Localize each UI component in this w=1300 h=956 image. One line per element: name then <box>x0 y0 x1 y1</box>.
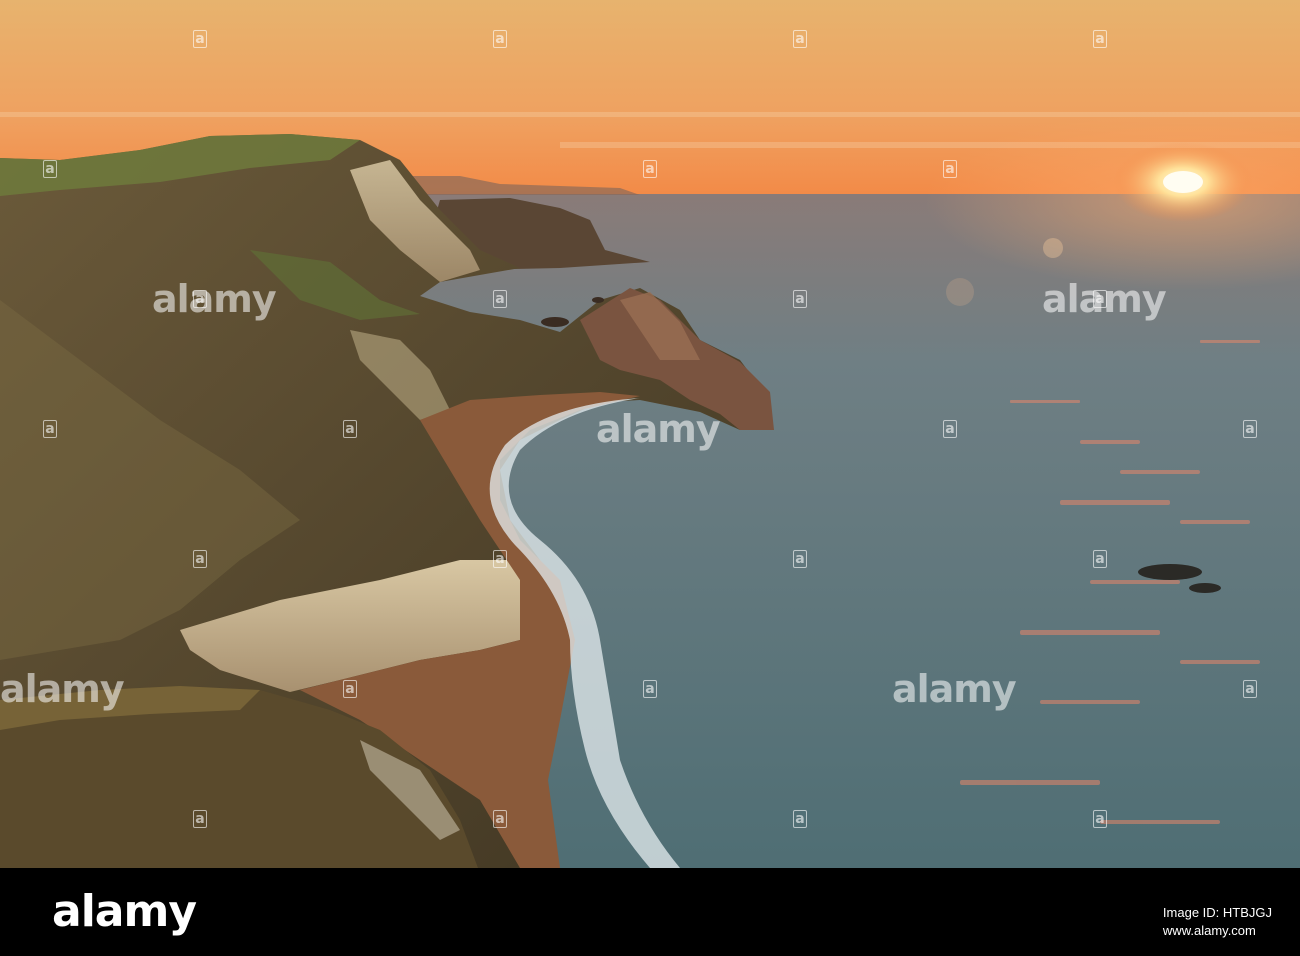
landscape-photo: a a a a a a a a a a a a a a a a a a a a … <box>0 0 1300 868</box>
watermark-badge: a <box>43 420 57 438</box>
watermark-badge: a <box>493 290 507 308</box>
watermark-badge: a <box>193 30 207 48</box>
watermark-badge: a <box>343 680 357 698</box>
watermark-badge: a <box>43 160 57 178</box>
watermark-badge: a <box>793 550 807 568</box>
sea-rock <box>1138 564 1202 580</box>
site-url: www.alamy.com <box>1162 923 1256 939</box>
watermark-badge: a <box>793 290 807 308</box>
footer-bar: alamy Image ID: HTBJGJ www.alamy.com <box>0 868 1300 956</box>
watermark-badge: a <box>193 550 207 568</box>
watermark-badge: a <box>643 680 657 698</box>
watermark-logo: alamy <box>0 667 125 711</box>
watermark-badge: a <box>793 30 807 48</box>
watermark-badge: a <box>643 160 657 178</box>
watermark-badge: a <box>493 810 507 828</box>
watermark-logo: alamy <box>1042 277 1167 321</box>
watermark-badge: a <box>793 810 807 828</box>
watermark-badge: a <box>1093 30 1107 48</box>
watermark-badge: a <box>1243 420 1257 438</box>
watermark-badge: a <box>1093 550 1107 568</box>
watermark-badge: a <box>493 550 507 568</box>
watermark-badge: a <box>1243 680 1257 698</box>
watermark-badge: a <box>343 420 357 438</box>
watermark-logo: alamy <box>152 277 277 321</box>
footer-logo: alamy <box>52 886 197 937</box>
watermark-badge: a <box>1093 810 1107 828</box>
watermark-logo: alamy <box>596 407 721 451</box>
watermark-badge: a <box>193 810 207 828</box>
watermark-badge: a <box>943 420 957 438</box>
footer-meta: Image ID: HTBJGJ www.alamy.com <box>1163 904 1272 940</box>
watermark-badge: a <box>493 30 507 48</box>
watermark-badge: a <box>943 160 957 178</box>
watermark-logo: alamy <box>892 667 1017 711</box>
image-id: Image ID: HTBJGJ <box>1162 905 1272 920</box>
